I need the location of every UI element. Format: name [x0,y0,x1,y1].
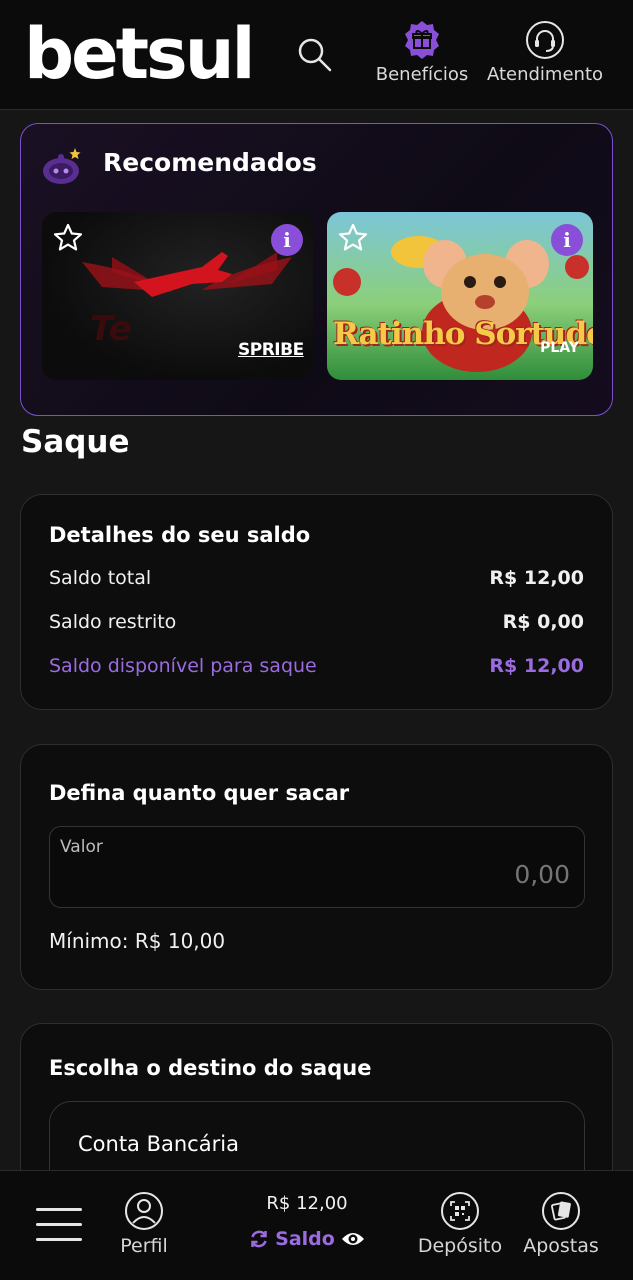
bottom-navigation: Perfil R$ 12,00 Saldo Depósito Apostas [0,1170,633,1280]
qr-code-icon [441,1192,479,1230]
amount-field-label: Valor [60,837,103,857]
nav-perfil[interactable]: Perfil [104,1191,184,1257]
atendimento-label: Atendimento [486,64,604,85]
balance-row-available: Saldo disponível para saque R$ 12,00 [49,655,584,685]
balance-amount: R$ 12,00 [266,1193,348,1214]
refresh-icon[interactable] [249,1229,269,1249]
saldo-toggle[interactable]: Saldo [232,1228,382,1250]
balance-details-panel: Detalhes do seu saldo Saldo total R$ 12,… [20,494,613,710]
amount-field[interactable]: Valor [49,826,585,908]
favorite-star-icon[interactable] [337,222,369,254]
balance-value: R$ 0,00 [502,611,584,633]
robot-icon [43,148,81,184]
info-icon[interactable]: i [271,224,303,256]
nav-apostas[interactable]: Apostas [518,1191,604,1257]
saldo-label: Saldo [275,1228,335,1250]
top-header: betsul Benefícios Atendimento [0,0,633,110]
withdraw-amount-panel: Defina quanto quer sacar Valor Mínimo: R… [20,744,613,990]
user-icon [125,1192,163,1230]
minimum-amount-text: Mínimo: R$ 10,00 [49,929,226,953]
balance-label: Saldo restrito [49,611,177,633]
withdraw-amount-heading: Defina quanto quer sacar [49,781,350,805]
headset-icon [526,21,564,59]
menu-icon[interactable] [36,1208,82,1242]
provider-label: SPRIBE [238,340,304,360]
game-card-aviator[interactable]: Te i SPRIBE [42,212,313,380]
balance-widget: R$ 12,00 Saldo [232,1193,382,1250]
betsul-logo[interactable]: betsul [24,14,256,94]
atendimento-button[interactable]: Atendimento [483,20,607,85]
favorite-star-icon[interactable] [52,222,84,254]
game-card-ratinho-sortudo[interactable]: i Ratinho Sortudo PLAY [327,212,593,380]
page-title: Saque [21,424,130,460]
beneficios-label: Benefícios [375,64,469,85]
beneficios-button[interactable]: Benefícios [372,20,472,85]
balance-details-heading: Detalhes do seu saldo [49,523,311,547]
balance-value: R$ 12,00 [489,655,584,677]
bet-slip-icon [542,1192,580,1230]
withdraw-destination-heading: Escolha o destino do saque [49,1056,372,1080]
svg-text:Te: Te [90,309,132,349]
recommended-title: Recomendados [103,148,317,177]
balance-row-total: Saldo total R$ 12,00 [49,567,584,597]
eye-icon[interactable] [341,1229,365,1249]
gift-icon [405,21,439,59]
amount-input[interactable] [270,857,570,891]
balance-label: Saldo disponível para saque [49,655,317,677]
nav-apostas-label: Apostas [523,1235,599,1257]
search-icon[interactable] [296,36,334,74]
recommended-section: Recomendados Te i SPRIBE i Ratinho Sortu… [20,123,613,416]
provider-label: PLAY [540,340,579,356]
nav-perfil-label: Perfil [120,1235,168,1257]
balance-row-restricted: Saldo restrito R$ 0,00 [49,611,584,641]
info-icon[interactable]: i [551,224,583,256]
nav-deposito[interactable]: Depósito [412,1191,508,1257]
balance-value: R$ 12,00 [489,567,584,589]
balance-label: Saldo total [49,567,152,589]
bank-account-label: Conta Bancária [78,1132,239,1156]
nav-deposito-label: Depósito [417,1235,503,1257]
